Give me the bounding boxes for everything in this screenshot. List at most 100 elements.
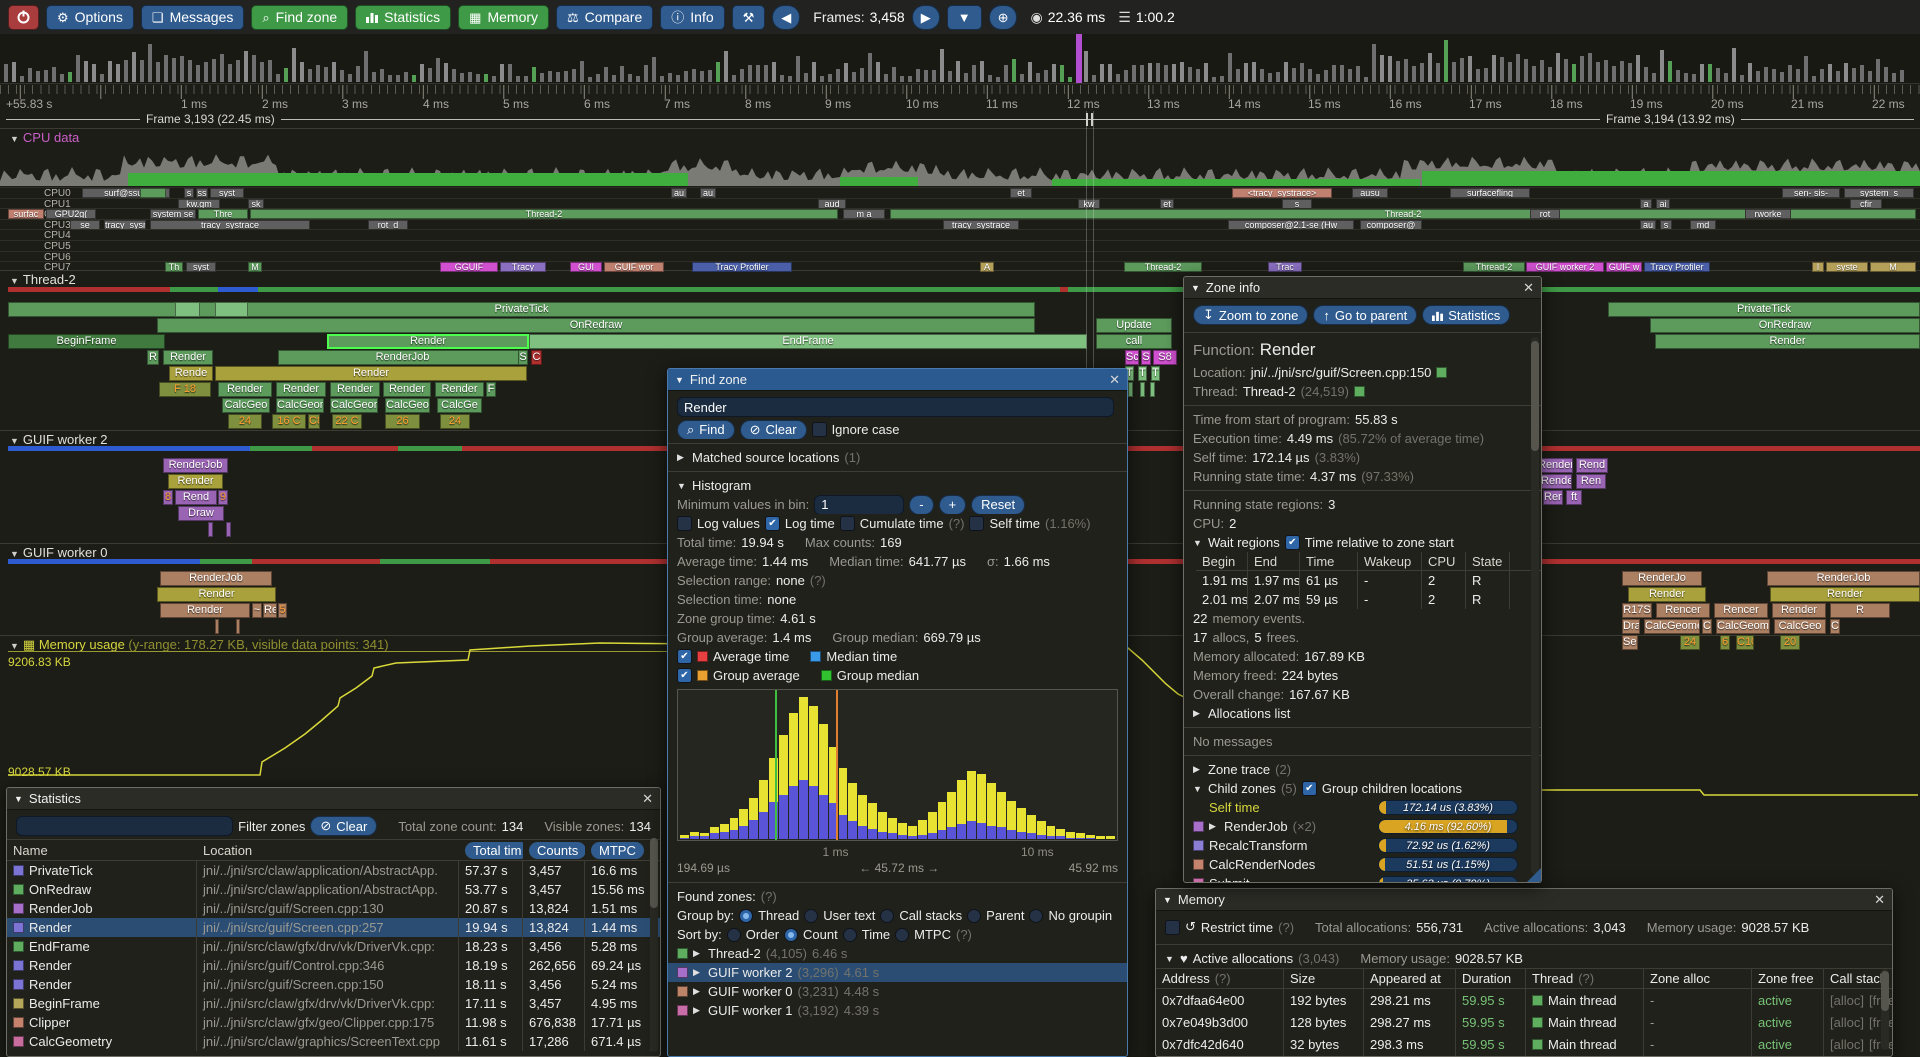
checkbox[interactable]: ✔ <box>677 668 692 683</box>
cpu-zone[interactable]: tracy_systrace <box>943 220 1019 230</box>
cpu-zone[interactable]: GUI <box>570 262 602 272</box>
current-frame-marker[interactable] <box>1076 34 1082 83</box>
timeline-zone[interactable]: C <box>1830 619 1840 634</box>
cpu-zone[interactable]: se <box>70 220 100 230</box>
timeline-zone[interactable]: 20 <box>1780 635 1800 650</box>
cpu-zone[interactable]: GGUIF <box>440 262 498 272</box>
timeline-zone[interactable]: call <box>1096 334 1172 349</box>
collapse-arrow-icon[interactable]: ▶ <box>1193 764 1203 775</box>
column-header-name[interactable]: Name <box>7 840 197 860</box>
timeline-zone[interactable]: T <box>1151 366 1160 381</box>
cpu-zone[interactable]: ss <box>196 188 208 198</box>
cpu-zone[interactable]: GUIF wor <box>604 262 664 272</box>
timeline-zone[interactable]: EndFrame <box>529 334 1087 349</box>
statistics-button[interactable]: Statistics <box>1422 305 1510 325</box>
memory-window-titlebar[interactable]: ▼ Memory ✕ <box>1156 889 1892 911</box>
timeline-zone[interactable] <box>1140 382 1145 397</box>
timeline-zone[interactable]: Render <box>1772 603 1826 618</box>
cpu-zone[interactable]: <tracy_systrace> <box>1232 188 1332 198</box>
timeline-zone[interactable] <box>236 619 240 634</box>
statistics-window-titlebar[interactable]: ▼ Statistics ✕ <box>7 788 660 810</box>
info-button[interactable]: ⓘInfo <box>660 5 724 30</box>
timeline-zone[interactable]: CalcGeome <box>1644 619 1700 634</box>
timeline-zone[interactable]: Ca <box>1702 619 1712 634</box>
stats-table-row[interactable]: Renderjni/../jni/src/guif/Screen.cpp:150… <box>7 975 660 994</box>
timeline-zone[interactable]: Render <box>330 382 380 397</box>
cpu-zone[interactable]: tracy_systrace <box>150 220 310 230</box>
power-button[interactable] <box>8 5 39 30</box>
memory-button[interactable]: ▦Memory <box>458 5 549 30</box>
timeline-zone[interactable] <box>175 302 200 317</box>
cpu-zone[interactable]: sen- sis- <box>1782 188 1840 198</box>
child-zone-row[interactable]: ▶RenderJob(×2)4.16 ms (92.60%) <box>1184 817 1541 836</box>
collapse-arrow-icon[interactable]: ▼ <box>14 794 23 804</box>
timeline-zone[interactable]: S <box>518 350 528 365</box>
timeline-zone[interactable]: 22 C <box>332 414 362 429</box>
cpu-zone[interactable]: kw <box>1078 199 1100 209</box>
timeline-zone[interactable] <box>215 302 248 317</box>
cpu-zone[interactable]: Tracy Profiler <box>1644 262 1710 272</box>
column-header[interactable]: Duration <box>1456 969 1526 988</box>
messages-button[interactable]: ❏Messages <box>141 5 244 30</box>
prev-frame-button[interactable]: ◀ <box>772 5 800 30</box>
checkbox[interactable] <box>1165 920 1180 935</box>
allocation-row[interactable]: 0x7dfaa64e00192 bytes298.21 ms59.95 sMai… <box>1156 989 1892 1011</box>
frame-down-button[interactable]: ▼ <box>947 5 982 30</box>
close-icon[interactable]: ✕ <box>1109 372 1120 388</box>
timeline-zone[interactable]: Render <box>163 350 213 365</box>
cpu-zone[interactable]: system se <box>150 209 196 219</box>
cpu-zone[interactable]: cfir <box>1850 199 1882 209</box>
clear-button[interactable]: ⊘Clear <box>740 420 807 439</box>
timeline-zone[interactable]: F <box>486 382 496 397</box>
column-header[interactable]: Size <box>1284 969 1364 988</box>
timeline-zone[interactable]: Sel <box>1622 635 1638 650</box>
time-ruler[interactable]: +55.83 s1 ms2 ms3 ms4 ms5 ms6 ms7 ms8 ms… <box>0 85 1920 111</box>
frames-row[interactable]: Frame 3,193 (22.45 ms) Frame 3,194 (13.9… <box>0 111 1920 127</box>
cpu-zone[interactable]: rworke <box>1745 209 1791 219</box>
column-header[interactable]: Thread(?) <box>1526 969 1644 988</box>
column-header[interactable]: Address(?) <box>1156 969 1284 988</box>
cpu-zone[interactable]: composer@2.1-se (Hw <box>1228 220 1354 230</box>
checkbox[interactable] <box>840 516 855 531</box>
cpu-zone[interactable]: system_s <box>1844 188 1914 198</box>
cpu-zone[interactable]: et <box>1010 188 1032 198</box>
collapse-arrow-icon[interactable]: ▶ <box>693 967 703 978</box>
cpu-zone[interactable]: syst <box>210 188 244 198</box>
stats-table-row[interactable]: Renderjni/../jni/src/guif/Screen.cpp:257… <box>7 918 660 937</box>
timeline-zone[interactable]: Rend <box>1576 458 1608 473</box>
cpu-zone[interactable]: s <box>1282 199 1312 209</box>
cpu-zone[interactable]: ausu <box>1352 188 1388 198</box>
scrollbar[interactable] <box>1531 337 1539 874</box>
timeline-zone[interactable]: Re <box>263 603 277 618</box>
range-span[interactable]: ← 45.72 ms → <box>859 861 939 878</box>
collapse-arrow-icon[interactable]: ▶ <box>693 948 703 959</box>
radio-button[interactable] <box>727 928 741 942</box>
small-button[interactable]: Reset <box>971 495 1025 514</box>
focus-frame-button[interactable]: ⊕ <box>989 5 1018 30</box>
collapse-arrow-icon[interactable]: ▼ <box>1163 895 1172 905</box>
collapse-arrow-icon[interactable]: ▼ <box>1193 784 1203 794</box>
close-icon[interactable]: ✕ <box>642 791 653 807</box>
timeline-zone[interactable]: CalcGeo <box>385 398 430 413</box>
collapse-arrow-icon[interactable]: ▼ <box>1191 283 1200 293</box>
statistics-button[interactable]: Statistics <box>355 5 451 30</box>
cpu-zone[interactable]: md <box>1690 220 1716 230</box>
checkbox[interactable] <box>812 422 827 437</box>
timeline-zone[interactable]: C8 <box>308 414 320 429</box>
go-to-parent-button[interactable]: ↑Go to parent <box>1313 305 1417 325</box>
radio-button[interactable] <box>843 928 857 942</box>
collapse-arrow-icon[interactable]: ▶ <box>1193 708 1203 719</box>
timeline-zone[interactable]: Rencer <box>1714 603 1768 618</box>
found-zone-group-row[interactable]: ▶Thread-2(4,105)6.46 s <box>668 944 1127 963</box>
zoom-to-zone-button[interactable]: ↧Zoom to zone <box>1193 305 1308 325</box>
cpu-zone[interactable]: Thread-2 <box>250 209 838 219</box>
collapse-arrow-icon[interactable]: ▶ <box>677 452 687 463</box>
search-input[interactable]: Render <box>677 397 1114 417</box>
cpu-zone[interactable]: composer@ <box>1360 220 1422 230</box>
thread-section-header[interactable]: ▼Thread-2 <box>10 272 76 287</box>
stats-table-row[interactable]: CalcGeometryjni/../jni/src/claw/graphics… <box>7 1032 660 1051</box>
cpu-zone[interactable]: rot_d <box>368 220 408 230</box>
cpu-zone[interactable]: Tracy Profiler <box>692 262 792 272</box>
timeline-zone[interactable]: Dra <box>1622 619 1640 634</box>
zone-info-window-titlebar[interactable]: ▼ Zone info ✕ <box>1184 277 1541 299</box>
